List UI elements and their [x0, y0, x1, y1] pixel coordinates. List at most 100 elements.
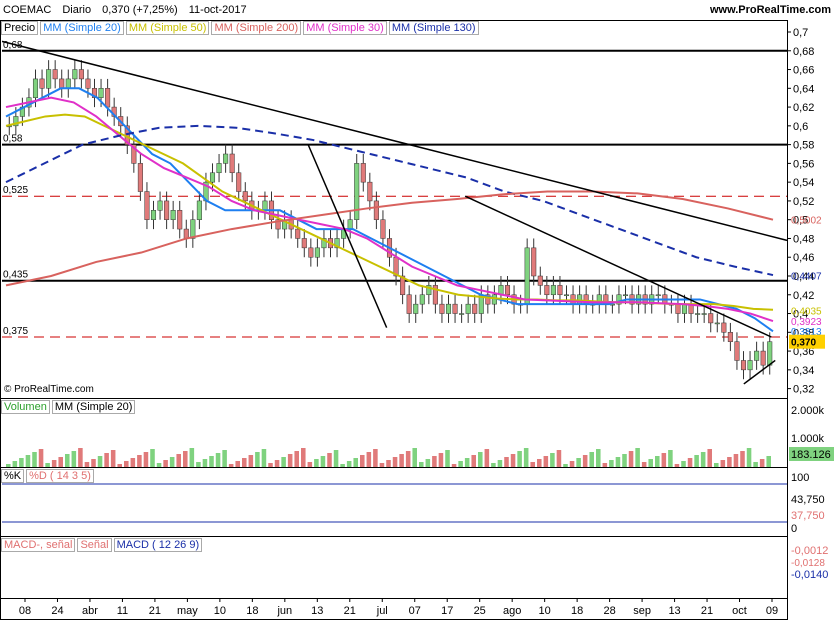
legend-ma50[interactable]: MM (Simple 50): [125, 21, 210, 35]
candle-body: [46, 69, 52, 89]
legend-price[interactable]: Precio: [1, 21, 39, 35]
volume-bar: [746, 448, 752, 467]
volume-bar: [71, 451, 77, 467]
copyright: © ProRealTime.com: [4, 384, 94, 395]
volume-bar: [720, 460, 726, 467]
legend-ma30[interactable]: MM (Simple 30): [303, 21, 387, 35]
volume-bar: [248, 455, 254, 467]
volume-bar: [543, 456, 549, 467]
volume-bar: [432, 456, 437, 467]
legend-macd[interactable]: MACD ( 12 26 9): [113, 538, 203, 552]
right-label: 0,370: [791, 338, 816, 349]
volume-bar: [412, 448, 417, 467]
volume-bar: [582, 455, 588, 467]
volume-bar: [392, 457, 398, 467]
volume-bar: [163, 460, 168, 467]
volume-bar: [176, 454, 181, 467]
candle-body: [236, 172, 242, 192]
volume-bar: [314, 459, 319, 467]
y-tick-label: 0,58: [793, 140, 814, 152]
volume-bar: [235, 461, 240, 467]
legend-ma20[interactable]: MM (Simple 20): [40, 21, 124, 35]
volume-bar: [556, 450, 562, 467]
volume-bar: [537, 459, 542, 467]
legend-volume[interactable]: Volumen: [1, 400, 50, 414]
panel-frame: [0, 20, 788, 399]
candle-body: [59, 78, 65, 89]
volume-bar: [143, 452, 149, 467]
macd-extra: -0,0128: [791, 558, 825, 569]
candle-body: [531, 247, 537, 277]
legend-ma130[interactable]: MM (Simple 130): [388, 21, 479, 35]
volume-bar: [261, 449, 267, 467]
volume-bar: [104, 453, 109, 467]
level-label: 0,525: [3, 185, 28, 196]
volume-bar: [478, 452, 483, 467]
x-tick-label: jun: [276, 605, 292, 617]
volume-bar: [353, 458, 358, 467]
volume-bar: [484, 449, 490, 467]
candle-body: [347, 219, 353, 230]
volume-bar: [274, 460, 280, 467]
x-tick-label: 10: [214, 605, 226, 617]
right-label: 0,5002: [791, 216, 822, 227]
volume-bar: [333, 450, 339, 467]
candle-body: [708, 313, 714, 324]
candle-body: [419, 294, 425, 305]
y-tick-label: 0,62: [793, 102, 814, 114]
candle-body: [209, 172, 216, 183]
candle-body: [452, 303, 458, 314]
y-tick-label: 0,6: [793, 121, 808, 133]
volume-tick: 1.000k: [791, 433, 825, 445]
macd-legend: MACD-, señal Señal MACD ( 12 26 9): [1, 538, 203, 552]
volume-bar: [137, 455, 142, 467]
volume-bar: [510, 454, 516, 467]
volume-bar: [464, 458, 470, 467]
volume-bar: [419, 462, 424, 467]
volume-bar: [655, 456, 660, 467]
legend-stoch-k[interactable]: %K: [1, 469, 25, 483]
x-tick-label: 25: [474, 605, 486, 617]
legend-macd-signal[interactable]: MACD-, señal: [1, 538, 76, 552]
volume-bar: [504, 457, 509, 467]
x-tick-label: 07: [409, 605, 421, 617]
legend-ma200[interactable]: MM (Simple 200): [211, 21, 302, 35]
volume-bar: [65, 454, 70, 467]
volume-bar: [215, 453, 221, 467]
candle-body: [360, 163, 366, 183]
candle-body: [413, 303, 419, 314]
stoch-last-k: 43,750: [791, 494, 825, 506]
volume-bar: [425, 459, 431, 467]
legend-signal[interactable]: Señal: [77, 538, 112, 552]
legend-volume-ma[interactable]: MM (Simple 20): [51, 400, 136, 414]
volume-bar: [550, 453, 555, 467]
trend-line: [1, 40, 788, 242]
volume-last: 183.126: [791, 449, 831, 461]
x-tick-label: 21: [344, 605, 356, 617]
x-tick-label: 08: [19, 605, 31, 617]
volume-bar: [78, 448, 83, 467]
candle-body: [98, 88, 104, 98]
candle-body: [72, 69, 78, 80]
volume-bar: [268, 463, 273, 467]
candle-body: [301, 238, 307, 249]
candle-body: [734, 341, 740, 361]
volume-bar: [346, 461, 352, 467]
volume-bar: [753, 462, 758, 467]
candle-body: [137, 163, 143, 192]
candle-body: [747, 360, 753, 371]
candle-body: [504, 285, 511, 296]
volume-bar: [622, 454, 627, 467]
volume-bar: [681, 461, 686, 467]
volume-bar: [110, 450, 116, 467]
volume-bar: [589, 452, 594, 467]
candle-body: [78, 69, 84, 80]
legend-stoch-d[interactable]: %D ( 14 3 5): [26, 469, 94, 483]
candle-body: [39, 78, 45, 89]
volume-bar: [438, 453, 444, 467]
candle-body: [695, 313, 701, 315]
candle-body: [550, 285, 556, 296]
candle-body: [675, 303, 681, 314]
candle-body: [760, 350, 766, 366]
volume-bar: [707, 449, 712, 467]
